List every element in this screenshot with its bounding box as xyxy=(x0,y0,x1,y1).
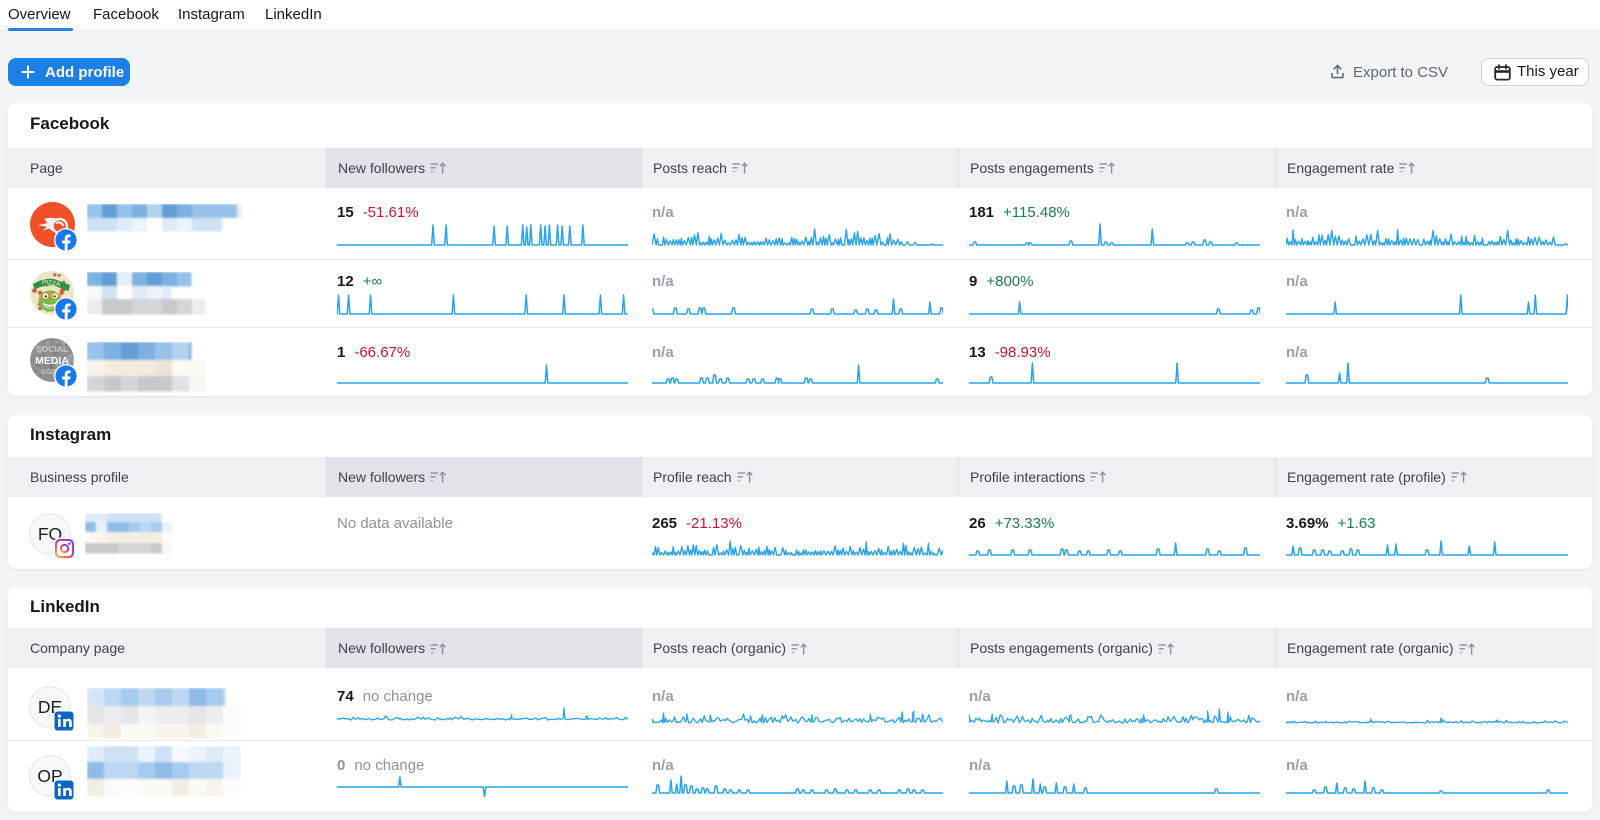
svg-text:SOCIAL: SOCIAL xyxy=(36,344,68,354)
